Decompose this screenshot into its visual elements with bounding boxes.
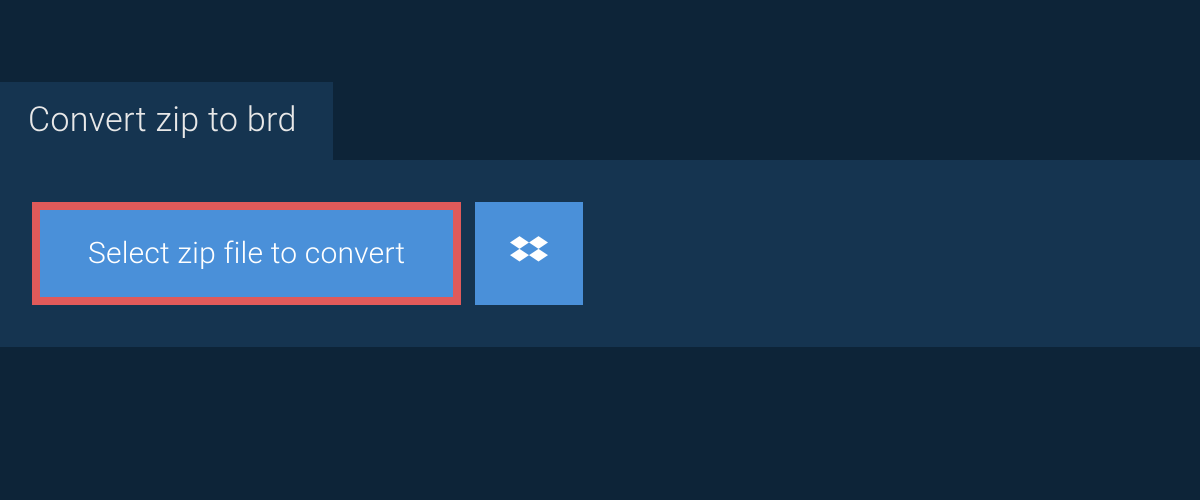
dropbox-icon — [510, 233, 548, 275]
tab-convert[interactable]: Convert zip to brd — [0, 82, 333, 160]
dropbox-button[interactable] — [475, 202, 583, 305]
select-file-label: Select zip file to convert — [88, 236, 405, 271]
select-file-button[interactable]: Select zip file to convert — [32, 202, 461, 305]
tab-label: Convert zip to brd — [28, 100, 297, 140]
tab-bar: Convert zip to brd — [0, 0, 1200, 160]
action-panel: Select zip file to convert — [0, 160, 1200, 347]
